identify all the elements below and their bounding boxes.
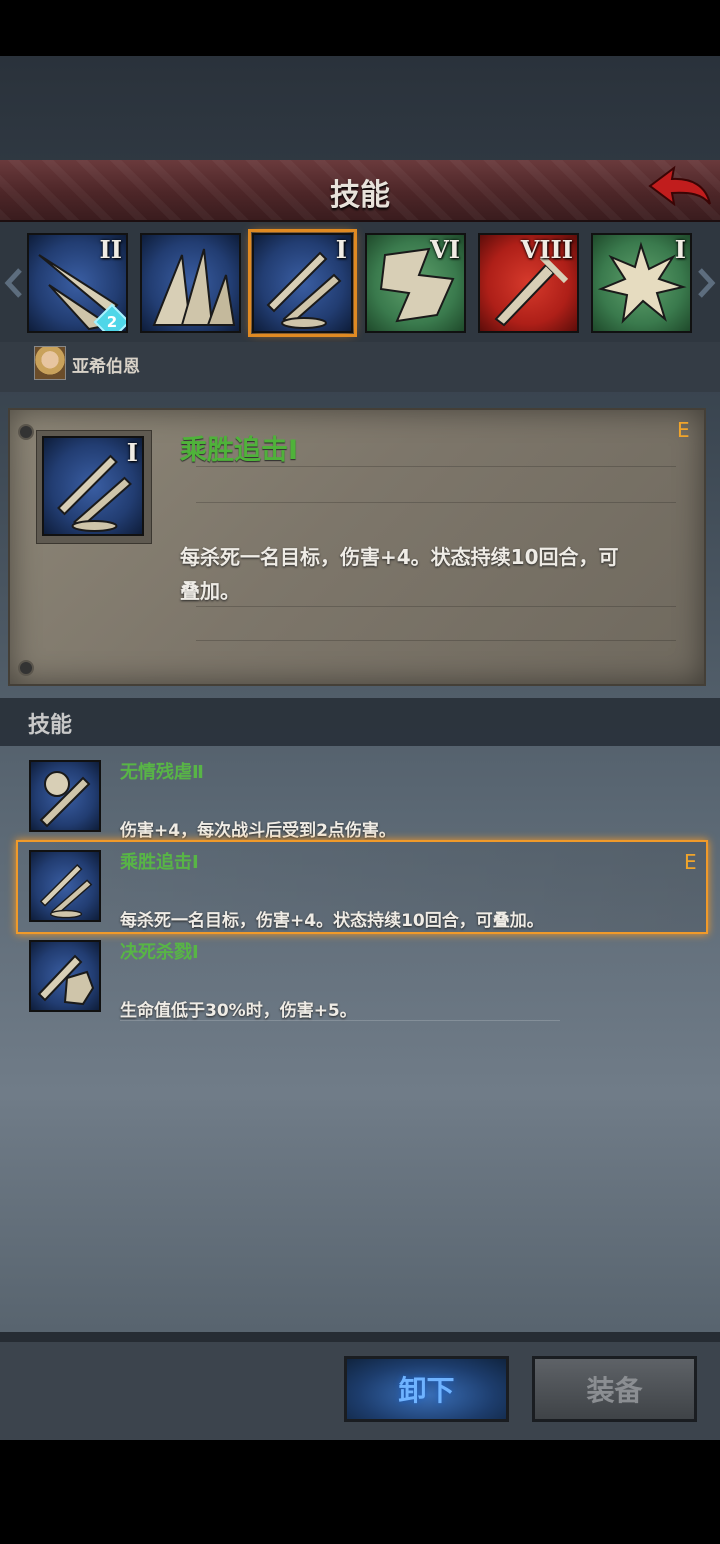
back-button[interactable]: [646, 164, 714, 214]
footer-separator: [0, 1332, 720, 1342]
slot-level: VIII: [520, 235, 573, 264]
equip-button[interactable]: 装备: [532, 1356, 697, 1422]
unequip-button[interactable]: 卸下: [344, 1356, 509, 1422]
skill-slot-1[interactable]: II 2: [27, 233, 128, 333]
equipped-tag: E: [684, 850, 697, 874]
detail-skill-name: 乘胜追击Ⅰ: [180, 435, 299, 466]
skill-list-description: 每杀死一名目标，伤害+4。状态持续10回合，可叠加。: [120, 911, 544, 931]
equipped-tag: E: [677, 418, 690, 442]
back-arrow-icon: [648, 165, 711, 207]
fist-sword-icon: [37, 954, 95, 1006]
skill-list-description: 生命值低于30%时，伤害+5。: [120, 1001, 357, 1021]
section-title: 技能: [28, 713, 73, 738]
chevron-right-icon[interactable]: [696, 268, 716, 298]
divider: [196, 502, 676, 503]
skill-list-name: 无情残虐Ⅱ: [120, 762, 204, 783]
page-title: 技能: [330, 178, 390, 213]
section-header: [0, 698, 720, 746]
hero-name: 亚希伯恩: [72, 357, 140, 377]
skill-slot-2[interactable]: [140, 233, 241, 333]
skill-list-name: 决死杀戮Ⅰ: [120, 942, 199, 963]
skill-slot-3[interactable]: I: [248, 229, 357, 337]
rivet: [18, 660, 34, 676]
skill-slot-6[interactable]: I: [591, 233, 692, 333]
claw-slash-icon: [152, 248, 236, 326]
crossed-swords-icon: [39, 863, 93, 919]
slot-level: I: [126, 438, 138, 467]
skill-slot-5[interactable]: VIII: [478, 233, 579, 333]
detail-skill-icon: I: [42, 436, 144, 536]
slot-level: VI: [430, 235, 460, 264]
skill-list-name: 乘胜追击Ⅰ: [120, 852, 199, 873]
divider: [196, 640, 676, 641]
divider: [120, 1020, 560, 1021]
status-bar: [0, 0, 720, 56]
skill-list-icon: [29, 850, 101, 922]
avatar[interactable]: [34, 346, 66, 380]
detail-skill-description: 每杀死一名目标，伤害+4。状态持续10回合，可叠加。: [180, 545, 619, 603]
slot-level: II: [99, 235, 122, 264]
brutal-sword-icon: [39, 771, 91, 828]
skill-list-description: 伤害+4，每次战斗后受到2点伤害。: [120, 821, 396, 841]
skill-slot-4[interactable]: VI: [365, 233, 466, 333]
system-bottom-bar: [0, 1440, 720, 1544]
divider: [196, 466, 676, 467]
slot-level: I: [674, 235, 686, 264]
skill-list-icon: [29, 760, 101, 832]
rivet: [18, 424, 34, 440]
skill-list-icon: [29, 940, 101, 1012]
slot-level: I: [335, 235, 347, 264]
chevron-left-icon[interactable]: [4, 268, 24, 298]
